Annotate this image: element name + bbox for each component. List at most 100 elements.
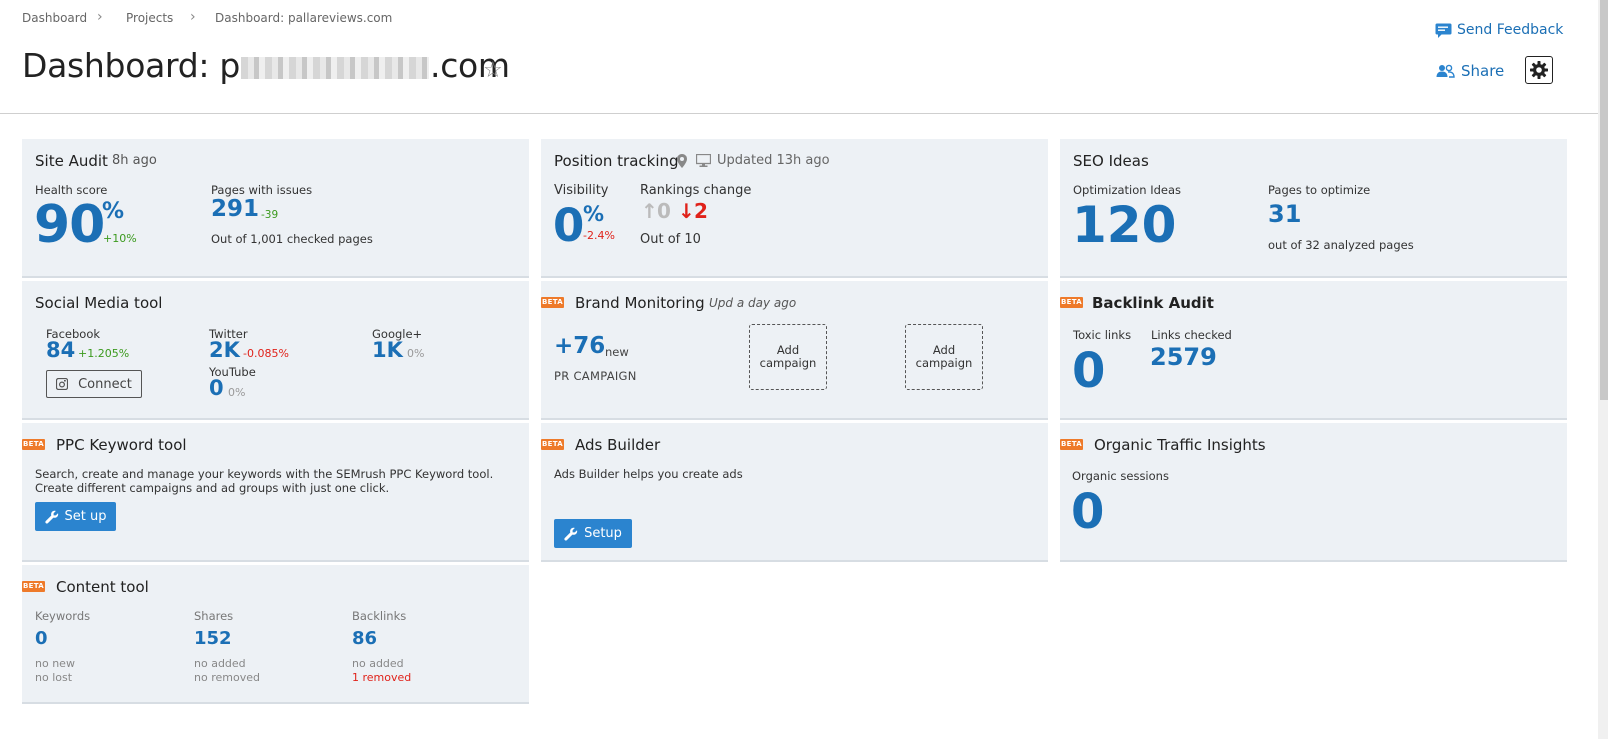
widget-title[interactable]: Content tool (56, 578, 149, 596)
ppc-description-line1: Search, create and manage your keywords … (35, 467, 494, 481)
widget-title[interactable]: Ads Builder (575, 436, 660, 454)
connect-label: Connect (78, 376, 132, 392)
updated-time: Upd a day ago (709, 296, 797, 310)
scrollbar-thumb[interactable] (1600, 0, 1608, 400)
updated-time: 8h ago (112, 153, 157, 168)
links-checked-value[interactable]: 2579 (1150, 343, 1217, 371)
connect-button[interactable]: Connect (46, 370, 142, 398)
add-campaign-button[interactable]: Add campaign (749, 324, 827, 390)
pages-issues-delta: -39 (261, 209, 279, 221)
share-users-icon (1436, 64, 1455, 78)
send-feedback-link[interactable]: Send Feedback (1435, 22, 1563, 38)
health-score-value[interactable]: 90 (34, 195, 105, 255)
send-feedback-label: Send Feedback (1457, 22, 1564, 38)
checked-pages-note: Out of 1,001 checked pages (211, 232, 373, 246)
ads-setup-label: Setup (584, 526, 622, 541)
redacted-domain (241, 56, 429, 79)
widget-title[interactable]: Backlink Audit (1092, 294, 1214, 312)
health-score-delta: +10% (103, 232, 137, 245)
monitor-icon (696, 154, 711, 167)
page-title: Dashboard: p .com (22, 46, 510, 85)
facebook-delta: +1.205% (78, 347, 130, 360)
optimization-ideas-label: Optimization Ideas (1073, 183, 1182, 197)
toxic-links-label: Toxic links (1073, 328, 1132, 342)
analyzed-pages-note: out of 32 analyzed pages (1268, 238, 1414, 252)
backlinks-label: Backlinks (352, 609, 407, 623)
settings-button[interactable] (1525, 56, 1553, 84)
mentions-value[interactable]: +76 (554, 333, 605, 359)
google-delta: 0% (407, 347, 425, 360)
keywords-label: Keywords (35, 609, 91, 623)
facebook-value[interactable]: 84 (46, 338, 75, 362)
pages-optimize-value[interactable]: 31 (1268, 200, 1301, 228)
camera-icon (56, 378, 69, 390)
add-campaign-button[interactable]: Add campaign (905, 324, 983, 390)
backlinks-note2: 1 removed (352, 671, 412, 684)
breadcrumb-current: Dashboard: pallareviews.com (215, 11, 393, 25)
toxic-links-value[interactable]: 0 (1072, 343, 1105, 399)
keywords-value[interactable]: 0 (35, 628, 48, 649)
seo-ideas-widget[interactable]: SEO Ideas Optimization Ideas 120 Pages t… (1060, 139, 1567, 278)
widget-title[interactable]: Site Audit (35, 152, 108, 170)
beta-badge: BETA (541, 439, 564, 450)
widget-title[interactable]: PPC Keyword tool (56, 436, 187, 454)
feedback-icon (1435, 23, 1452, 38)
keywords-note1: no new (35, 657, 75, 670)
arrow-up-icon: ↑ (641, 199, 658, 223)
google-value[interactable]: 1K (372, 338, 403, 362)
site-audit-widget[interactable]: Site Audit 8h ago Health score 90 % +10%… (22, 139, 529, 278)
add-campaign-line1: Add (932, 343, 956, 357)
ads-builder-widget[interactable]: BETA Ads Builder Ads Builder helps you c… (541, 423, 1048, 562)
add-campaign-line1: Add (776, 343, 800, 357)
beta-badge: BETA (1060, 297, 1083, 308)
visibility-label: Visibility (554, 183, 609, 198)
rankings-down-value: 2 (694, 199, 708, 223)
wrench-icon (564, 527, 578, 541)
rankings-out-of: Out of 10 (640, 232, 701, 247)
position-tracking-widget[interactable]: Position tracking Updated 13h ago Visibi… (541, 139, 1048, 278)
widget-title[interactable]: Position tracking (554, 152, 679, 170)
twitter-value[interactable]: 2K (209, 338, 240, 362)
mentions-suffix: new (605, 345, 629, 359)
star-icon[interactable]: ☆ (483, 58, 503, 83)
pages-issues-value[interactable]: 291 (211, 196, 259, 222)
social-media-widget[interactable]: Social Media tool Facebook 84 +1.205% Co… (22, 281, 529, 420)
share-button[interactable]: Share (1436, 62, 1504, 80)
organic-sessions-label: Organic sessions (1072, 469, 1169, 483)
add-campaign-line2: campaign (759, 356, 817, 370)
organic-sessions-value[interactable]: 0 (1071, 484, 1104, 540)
page-title-prefix: Dashboard: p (22, 46, 240, 85)
backlink-audit-widget[interactable]: BETA Backlink Audit Toxic links 0 Links … (1060, 281, 1567, 420)
ppc-setup-button[interactable]: Set up (35, 502, 116, 531)
visibility-value[interactable]: 0 (553, 199, 584, 252)
widget-title[interactable]: SEO Ideas (1073, 152, 1149, 170)
beta-badge: BETA (22, 439, 45, 450)
breadcrumb-dashboard[interactable]: Dashboard (22, 11, 87, 25)
ppc-setup-label: Set up (64, 509, 107, 524)
health-score-unit: % (102, 199, 125, 224)
widget-title[interactable]: Brand Monitoring (575, 294, 705, 312)
campaign-label: PR CAMPAIGN (554, 369, 637, 383)
ppc-keyword-widget[interactable]: BETA PPC Keyword tool Search, create and… (22, 423, 529, 562)
visibility-unit: % (583, 202, 605, 226)
updated-time: Updated 13h ago (717, 153, 830, 168)
header-divider (0, 113, 1598, 114)
ads-setup-button[interactable]: Setup (554, 519, 632, 548)
shares-label: Shares (194, 609, 234, 623)
chevron-right-icon: › (190, 9, 196, 25)
share-label: Share (1461, 62, 1505, 80)
widget-title[interactable]: Social Media tool (35, 294, 162, 312)
content-tool-widget[interactable]: BETA Content tool Keywords 0 no new no l… (22, 565, 529, 704)
youtube-value[interactable]: 0 (209, 376, 224, 400)
shares-value[interactable]: 152 (194, 628, 232, 649)
breadcrumb-projects[interactable]: Projects (126, 11, 173, 25)
organic-traffic-widget[interactable]: BETA Organic Traffic Insights Organic se… (1060, 423, 1567, 562)
pages-optimize-label: Pages to optimize (1268, 183, 1371, 197)
brand-monitoring-widget[interactable]: BETA Brand Monitoring Upd a day ago +76 … (541, 281, 1048, 420)
backlinks-value[interactable]: 86 (352, 628, 377, 649)
twitter-delta: -0.085% (243, 347, 289, 360)
ads-builder-description: Ads Builder helps you create ads (554, 467, 743, 481)
optimization-ideas-value[interactable]: 120 (1072, 196, 1176, 254)
widget-title[interactable]: Organic Traffic Insights (1094, 436, 1266, 454)
gear-icon (1530, 61, 1548, 79)
